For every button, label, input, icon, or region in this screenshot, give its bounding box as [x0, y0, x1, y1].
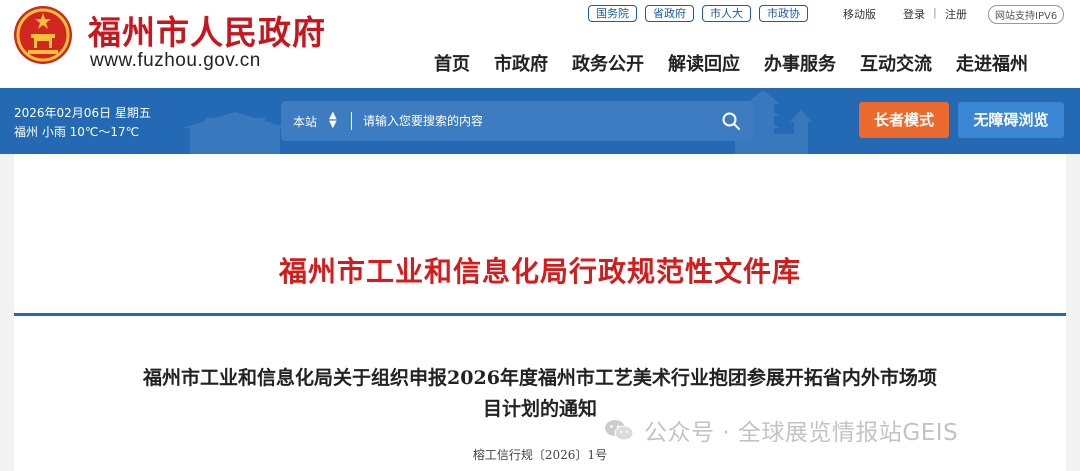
current-date: 2026年02月06日 星期五	[14, 106, 151, 120]
wechat-watermark: 公众号 · 全球展览情报站GEIS	[604, 413, 958, 447]
nav-interpretation[interactable]: 解读回应	[668, 50, 740, 76]
main-nav: 首页 市政府 政务公开 解读回应 办事服务 互动交流 走进福州	[434, 50, 1028, 76]
title-divider	[14, 313, 1066, 316]
link-municipal-cppcc[interactable]: 市政协	[759, 5, 808, 22]
link-provincial-government[interactable]: 省政府	[645, 5, 694, 22]
national-emblem-icon[interactable]	[12, 4, 74, 66]
nav-home[interactable]: 首页	[434, 50, 470, 76]
nav-government-affairs[interactable]: 政务公开	[572, 50, 644, 76]
site-title[interactable]: 福州市人民政府	[88, 6, 326, 54]
library-title: 福州市工业和信息化局行政规范性文件库	[278, 255, 801, 288]
scope-sort-icon[interactable]: ▲ ▼	[329, 111, 337, 130]
site-domain: www.fuzhou.gov.cn	[90, 50, 261, 71]
search-banner: 2026年02月06日 星期五 福州 小雨 10℃～17℃ 本站 ▲▼ 长者模式…	[0, 88, 1080, 154]
nav-about-fuzhou[interactable]: 走进福州	[956, 50, 1028, 76]
nav-services[interactable]: 办事服务	[764, 50, 836, 76]
search-input[interactable]	[363, 101, 703, 141]
link-municipal-congress[interactable]: 市人大	[702, 5, 751, 22]
mobile-version-link[interactable]: 移动版	[843, 6, 876, 22]
link-state-council[interactable]: 国务院	[588, 5, 637, 22]
search-scope-select[interactable]: 本站	[293, 113, 317, 130]
login-register-separator: |	[933, 6, 937, 19]
elder-mode-button[interactable]: 长者模式	[859, 102, 949, 138]
nav-interaction[interactable]: 互动交流	[860, 50, 932, 76]
site-header: 福州市人民政府 www.fuzhou.gov.cn 国务院 省政府 市人大 市政…	[0, 0, 1080, 88]
accessible-browsing-button[interactable]: 无障碍浏览	[958, 102, 1064, 138]
nav-municipal-government[interactable]: 市政府	[494, 50, 548, 76]
register-link[interactable]: 注册	[945, 6, 967, 22]
document-title-line-1: 福州市工业和信息化局关于组织申报2026年度福州市工艺美术行业抱团参展开拓省内外…	[143, 367, 937, 389]
search-icon[interactable]	[721, 111, 741, 131]
watermark-text: 公众号 · 全球展览情报站GEIS	[644, 420, 959, 446]
wechat-icon	[605, 420, 634, 441]
top-links: 国务院 省政府 市人大 市政协	[588, 5, 808, 22]
ipv6-badge: 网站支持IPV6	[988, 5, 1065, 24]
login-link[interactable]: 登录	[903, 6, 925, 22]
weather-info: 福州 小雨 10℃～17℃	[14, 125, 140, 139]
document-number: 榕工信行规〔2026〕1号	[472, 448, 608, 462]
search-divider	[351, 112, 352, 130]
search-bar: 本站 ▲ ▼	[281, 101, 753, 141]
